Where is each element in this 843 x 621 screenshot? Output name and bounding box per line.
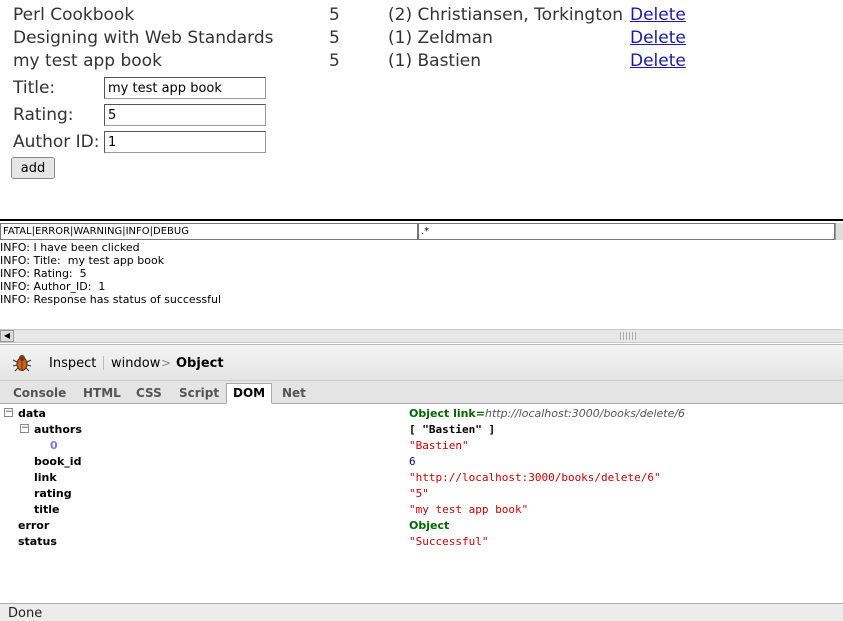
tab-net[interactable]: Net xyxy=(276,384,312,402)
tab-dom[interactable]: DOM xyxy=(226,383,273,404)
log-pattern-filter[interactable] xyxy=(418,223,835,240)
book-title: Designing with Web Standards xyxy=(13,28,274,48)
dom-value: "my test app book" xyxy=(409,503,529,516)
log-line: INFO: Title: my test app book xyxy=(0,254,165,267)
firebug-toolbar: Inspect window > Object xyxy=(0,345,843,381)
collapse-icon[interactable]: − xyxy=(4,408,13,417)
title-input[interactable] xyxy=(104,77,266,99)
object-link[interactable]: http://localhost:3000/books/delete/6 xyxy=(485,407,685,420)
toolbar-separator xyxy=(103,356,104,370)
status-bar: Done xyxy=(0,603,843,621)
breadcrumb-window[interactable]: window xyxy=(111,356,160,371)
scroll-left-arrow-icon[interactable]: ◀ xyxy=(0,330,14,342)
dom-value[interactable]: Object xyxy=(409,519,449,532)
dom-key: authors xyxy=(34,423,82,436)
collapse-icon[interactable]: − xyxy=(20,424,29,433)
dom-value: "http://localhost:3000/books/delete/6" xyxy=(409,471,661,484)
title-label: Title: xyxy=(13,78,56,98)
dom-key: rating xyxy=(34,487,72,500)
book-row: Designing with Web Standards 5 (1) Zeldm… xyxy=(0,28,700,51)
book-authors: (2) Christiansen, Torkington xyxy=(388,5,624,25)
author-id-input[interactable] xyxy=(104,131,266,153)
rating-input[interactable] xyxy=(104,104,266,126)
dom-key: status xyxy=(18,535,57,548)
dom-row-rating[interactable]: rating "5" xyxy=(0,485,843,501)
delete-link[interactable]: Delete xyxy=(630,28,686,48)
dom-value: [ "Bastien" ] xyxy=(409,423,495,436)
dom-row-data[interactable]: − data Object link=http://localhost:3000… xyxy=(0,405,843,421)
firebug-tabs: Console HTML CSS Script DOM Net xyxy=(0,381,843,404)
dom-key: 0 xyxy=(50,439,58,452)
array-value: [ "Bastien" ] xyxy=(409,423,496,436)
inspect-button[interactable]: Inspect xyxy=(49,356,96,371)
dom-row-author-0[interactable]: 0 "Bastien" xyxy=(0,437,843,453)
book-authors: (1) Zeldman xyxy=(388,28,493,48)
book-list: Perl Cookbook 5 (2) Christiansen, Torkin… xyxy=(0,0,843,72)
dom-key: title xyxy=(34,503,60,516)
tab-script[interactable]: Script xyxy=(173,384,225,402)
dom-row-title[interactable]: title "my test app book" xyxy=(0,501,843,517)
log-line: INFO: I have been clicked xyxy=(0,241,140,254)
tab-css[interactable]: CSS xyxy=(130,384,168,402)
dom-key: data xyxy=(18,407,46,420)
book-rating: 5 xyxy=(329,28,340,48)
log-line: INFO: Rating: 5 xyxy=(0,267,87,280)
dom-key: book_id xyxy=(34,455,82,468)
dom-value: "5" xyxy=(409,487,429,500)
author-id-label: Author ID: xyxy=(13,132,100,152)
log-line: INFO: Response has status of successful xyxy=(0,293,222,306)
dom-value: 6 xyxy=(409,455,416,468)
book-rating: 5 xyxy=(329,51,340,71)
object-label: Object link= xyxy=(409,407,485,420)
dom-row-error[interactable]: error Object xyxy=(0,517,843,533)
dom-row-link[interactable]: link "http://localhost:3000/books/delete… xyxy=(0,469,843,485)
book-rating: 5 xyxy=(329,5,340,25)
dom-value: "Successful" xyxy=(409,535,489,548)
firebug-panel: Inspect window > Object Console HTML CSS… xyxy=(0,344,843,605)
delete-link[interactable]: Delete xyxy=(630,51,686,71)
status-text: Done xyxy=(8,606,43,621)
log-panel: INFO: I have been clicked INFO: Title: m… xyxy=(0,219,843,345)
book-row: Perl Cookbook 5 (2) Christiansen, Torkin… xyxy=(0,5,700,28)
log-level-filter[interactable] xyxy=(0,223,418,240)
dom-value: Object link=http://localhost:3000/books/… xyxy=(409,407,685,420)
tab-console[interactable]: Console xyxy=(7,384,72,402)
firebug-icon[interactable] xyxy=(12,353,32,373)
dom-row-book-id[interactable]: book_id 6 xyxy=(0,453,843,469)
log-output: INFO: I have been clicked INFO: Title: m… xyxy=(0,241,221,306)
book-authors: (1) Bastien xyxy=(388,51,482,71)
log-horizontal-scrollbar[interactable]: ◀ xyxy=(0,329,843,343)
dom-key: error xyxy=(18,519,50,532)
rating-label: Rating: xyxy=(13,105,74,125)
filter-resize-handle xyxy=(835,223,843,240)
log-line: INFO: Author_ID: 1 xyxy=(0,280,106,293)
breadcrumb-separator: > xyxy=(161,356,172,370)
dom-key: link xyxy=(34,471,57,484)
book-row: my test app book 5 (1) Bastien Delete xyxy=(0,51,700,74)
resize-grip[interactable] xyxy=(620,332,636,340)
dom-row-authors[interactable]: − authors [ "Bastien" ] xyxy=(0,421,843,437)
tab-html[interactable]: HTML xyxy=(77,384,127,402)
dom-view: − data Object link=http://localhost:3000… xyxy=(0,405,843,605)
dom-row-status[interactable]: status "Successful" xyxy=(0,533,843,549)
book-title: Perl Cookbook xyxy=(13,5,135,25)
dom-value: "Bastien" xyxy=(409,439,469,452)
delete-link[interactable]: Delete xyxy=(630,5,686,25)
breadcrumb-object[interactable]: Object xyxy=(176,356,224,371)
add-button[interactable]: add xyxy=(11,157,55,179)
book-title: my test app book xyxy=(13,51,162,71)
